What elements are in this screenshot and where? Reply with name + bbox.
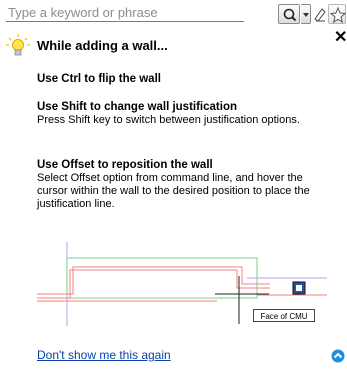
search-input[interactable] — [6, 4, 244, 22]
tip-title: While adding a wall... — [37, 38, 168, 53]
lightbulb-icon — [6, 34, 30, 56]
section-title: Use Offset to reposition the wall — [37, 159, 213, 171]
dont-show-again-link[interactable]: Don't show me this again — [37, 348, 171, 362]
section-title: Use Shift to change wall justification — [37, 101, 237, 113]
sign-in-icon — [314, 8, 326, 22]
favorites-button[interactable] — [328, 4, 347, 24]
section-body: Press Shift key to switch between justif… — [37, 114, 300, 126]
sign-in-button[interactable] — [313, 4, 327, 24]
illustration-label: Face of CMU — [253, 309, 315, 322]
tip-section-flip: Use Ctrl to flip the wall — [37, 73, 327, 86]
tip-section-justification: Use Shift to change wall justification P… — [37, 101, 327, 127]
section-title: Use Ctrl to flip the wall — [37, 73, 161, 85]
search-button[interactable] — [278, 4, 300, 24]
tip-header: While adding a wall... — [6, 34, 336, 58]
star-icon — [329, 6, 347, 24]
chevron-down-icon — [303, 13, 309, 17]
search-toolbar — [0, 0, 347, 26]
section-body: Select Offset option from command line, … — [37, 172, 310, 210]
search-options-dropdown[interactable] — [301, 4, 311, 24]
chevron-up-circle-icon[interactable] — [331, 349, 345, 363]
close-icon[interactable]: ✕ — [334, 30, 347, 46]
search-icon — [283, 8, 297, 22]
tip-section-offset: Use Offset to reposition the wall Select… — [37, 159, 327, 211]
